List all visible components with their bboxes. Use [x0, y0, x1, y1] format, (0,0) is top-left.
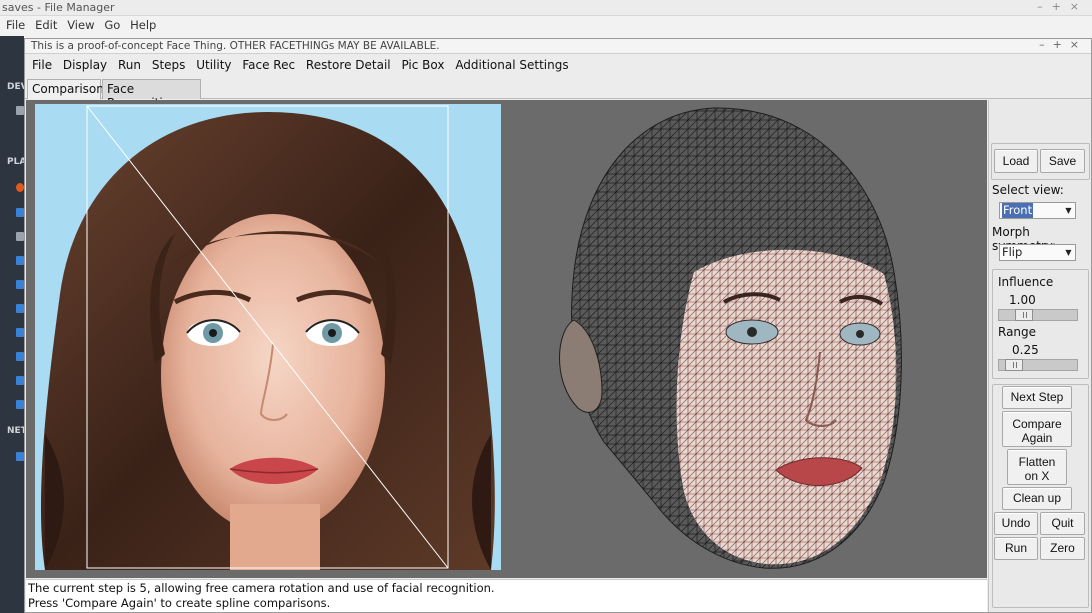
- range-label: Range: [998, 325, 1037, 339]
- face-mesh-render[interactable]: [544, 102, 904, 574]
- compare-again-button[interactable]: Compare Again: [1002, 411, 1072, 447]
- menu-additional-settings[interactable]: Additional Settings: [448, 54, 568, 72]
- fm-menu-edit[interactable]: Edit: [29, 16, 57, 32]
- network-icon[interactable]: [16, 452, 24, 461]
- menu-face-rec[interactable]: Face Rec: [235, 54, 295, 72]
- chevron-down-icon[interactable]: ▼: [1063, 204, 1074, 217]
- influence-value: 1.00: [1009, 293, 1036, 307]
- menu-pic-box[interactable]: Pic Box: [394, 54, 444, 72]
- app-menubar: File Display Run Steps Utility Face Rec …: [25, 54, 1091, 77]
- range-value: 0.25: [1012, 343, 1039, 357]
- compare-again-label-1: Compare: [1012, 416, 1062, 431]
- maximize-icon[interactable]: +: [1053, 38, 1070, 51]
- reference-photo: [35, 104, 501, 570]
- menu-restore-detail[interactable]: Restore Detail: [299, 54, 391, 72]
- save-button[interactable]: Save: [1040, 149, 1085, 173]
- app-titlebar: This is a proof-of-concept Face Thing. O…: [25, 38, 1091, 54]
- trash-icon[interactable]: [16, 232, 24, 241]
- morph-symmetry-value: Flip: [1002, 245, 1023, 259]
- fm-menu-file[interactable]: File: [0, 16, 25, 32]
- quit-button[interactable]: Quit: [1040, 512, 1085, 535]
- influence-label: Influence: [998, 275, 1054, 289]
- folder-icon[interactable]: [16, 208, 24, 217]
- folder-icon[interactable]: [16, 256, 24, 265]
- status-panel: The current step is 5, allowing free cam…: [26, 579, 987, 612]
- drive-icon[interactable]: [16, 106, 24, 115]
- folder-icon[interactable]: [16, 352, 24, 361]
- menu-file[interactable]: File: [25, 54, 52, 72]
- menu-steps[interactable]: Steps: [145, 54, 186, 72]
- minimize-icon[interactable]: –: [1037, 0, 1052, 13]
- clean-up-button[interactable]: Clean up: [1002, 487, 1072, 510]
- menu-display[interactable]: Display: [56, 54, 107, 72]
- folder-icon[interactable]: [16, 328, 24, 337]
- tab-face-recognition[interactable]: Face Recognition: [102, 79, 201, 110]
- app-title: This is a proof-of-concept Face Thing. O…: [31, 40, 440, 52]
- file-manager-sidebar: DEV PLA NET: [0, 36, 28, 613]
- app-window-controls[interactable]: –+×: [1039, 38, 1087, 51]
- tab-comparisons[interactable]: Comparisons: [27, 79, 110, 99]
- face-thing-window: This is a proof-of-concept Face Thing. O…: [24, 38, 1092, 613]
- influence-slider[interactable]: [998, 309, 1078, 321]
- maximize-icon[interactable]: +: [1052, 0, 1070, 13]
- minimize-icon[interactable]: –: [1039, 38, 1053, 51]
- menu-run[interactable]: Run: [111, 54, 141, 72]
- file-manager-titlebar: saves - File Manager –+×: [0, 0, 1092, 16]
- fm-menu-go[interactable]: Go: [98, 16, 120, 32]
- range-slider-handle[interactable]: [1005, 359, 1023, 371]
- 3d-viewport[interactable]: [26, 100, 987, 578]
- folder-icon[interactable]: [16, 280, 24, 289]
- flatten-label-1: Flatten: [1018, 454, 1056, 469]
- undo-button[interactable]: Undo: [994, 512, 1038, 535]
- load-button[interactable]: Load: [994, 149, 1038, 173]
- close-icon[interactable]: ×: [1070, 0, 1088, 13]
- folder-icon[interactable]: [16, 400, 24, 409]
- select-view-label: Select view:: [992, 183, 1064, 197]
- file-manager-menubar: File Edit View Go Help: [0, 16, 1092, 36]
- folder-icon[interactable]: [16, 376, 24, 385]
- folder-icon[interactable]: [16, 304, 24, 313]
- file-manager-title: saves - File Manager: [2, 1, 115, 14]
- home-icon[interactable]: [16, 183, 24, 192]
- close-icon[interactable]: ×: [1070, 38, 1087, 51]
- tab-bar: Comparisons Face Recognition: [25, 78, 1091, 110]
- status-line-1: The current step is 5, allowing free cam…: [28, 581, 495, 595]
- influence-slider-handle[interactable]: [1015, 309, 1033, 321]
- fm-menu-help[interactable]: Help: [124, 16, 156, 32]
- status-line-2: Press 'Compare Again' to create spline c…: [28, 596, 331, 610]
- compare-again-label-2: Again: [1021, 430, 1053, 445]
- next-step-button[interactable]: Next Step: [1002, 386, 1072, 409]
- control-panel: Load Save Select view: Front ▼ Morph sym…: [988, 100, 1091, 612]
- flatten-label-2: on X: [1024, 468, 1050, 483]
- chevron-down-icon[interactable]: ▼: [1063, 246, 1074, 259]
- zero-button[interactable]: Zero: [1040, 537, 1085, 560]
- select-view-dropdown[interactable]: Front ▼: [999, 202, 1076, 219]
- flatten-on-x-button[interactable]: Flatten on X: [1007, 449, 1067, 485]
- range-slider[interactable]: [998, 359, 1078, 371]
- select-view-value: Front: [1002, 203, 1034, 218]
- fm-menu-view[interactable]: View: [61, 16, 94, 32]
- morph-symmetry-dropdown[interactable]: Flip ▼: [999, 244, 1076, 261]
- menu-utility[interactable]: Utility: [189, 54, 231, 72]
- file-manager-window-controls[interactable]: –+×: [1037, 0, 1088, 13]
- run-button[interactable]: Run: [994, 537, 1038, 560]
